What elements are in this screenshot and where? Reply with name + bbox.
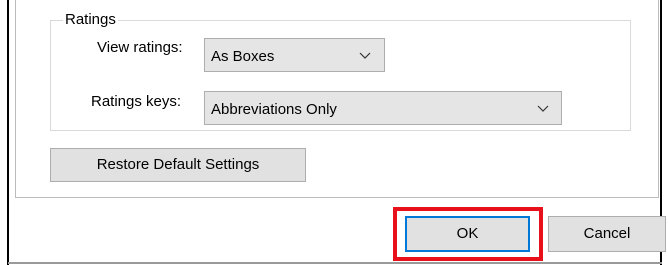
restore-defaults-button[interactable]: Restore Default Settings bbox=[50, 148, 306, 182]
cancel-button[interactable]: Cancel bbox=[548, 216, 666, 252]
ok-button[interactable]: OK bbox=[405, 216, 530, 252]
chevron-down-icon bbox=[359, 52, 371, 59]
ratings-keys-dropdown[interactable]: Abbreviations Only bbox=[204, 91, 562, 125]
chevron-down-icon bbox=[537, 105, 549, 112]
view-ratings-dropdown[interactable]: As Boxes bbox=[204, 38, 385, 72]
ratings-keys-label: Ratings keys: bbox=[91, 93, 182, 110]
ratings-groupbox-legend: Ratings bbox=[63, 11, 118, 29]
view-ratings-value: As Boxes bbox=[211, 48, 275, 65]
window-left-border bbox=[7, 0, 9, 265]
bottom-divider bbox=[8, 262, 662, 264]
ratings-keys-value: Abbreviations Only bbox=[211, 101, 337, 118]
view-ratings-label: View ratings: bbox=[97, 39, 183, 56]
